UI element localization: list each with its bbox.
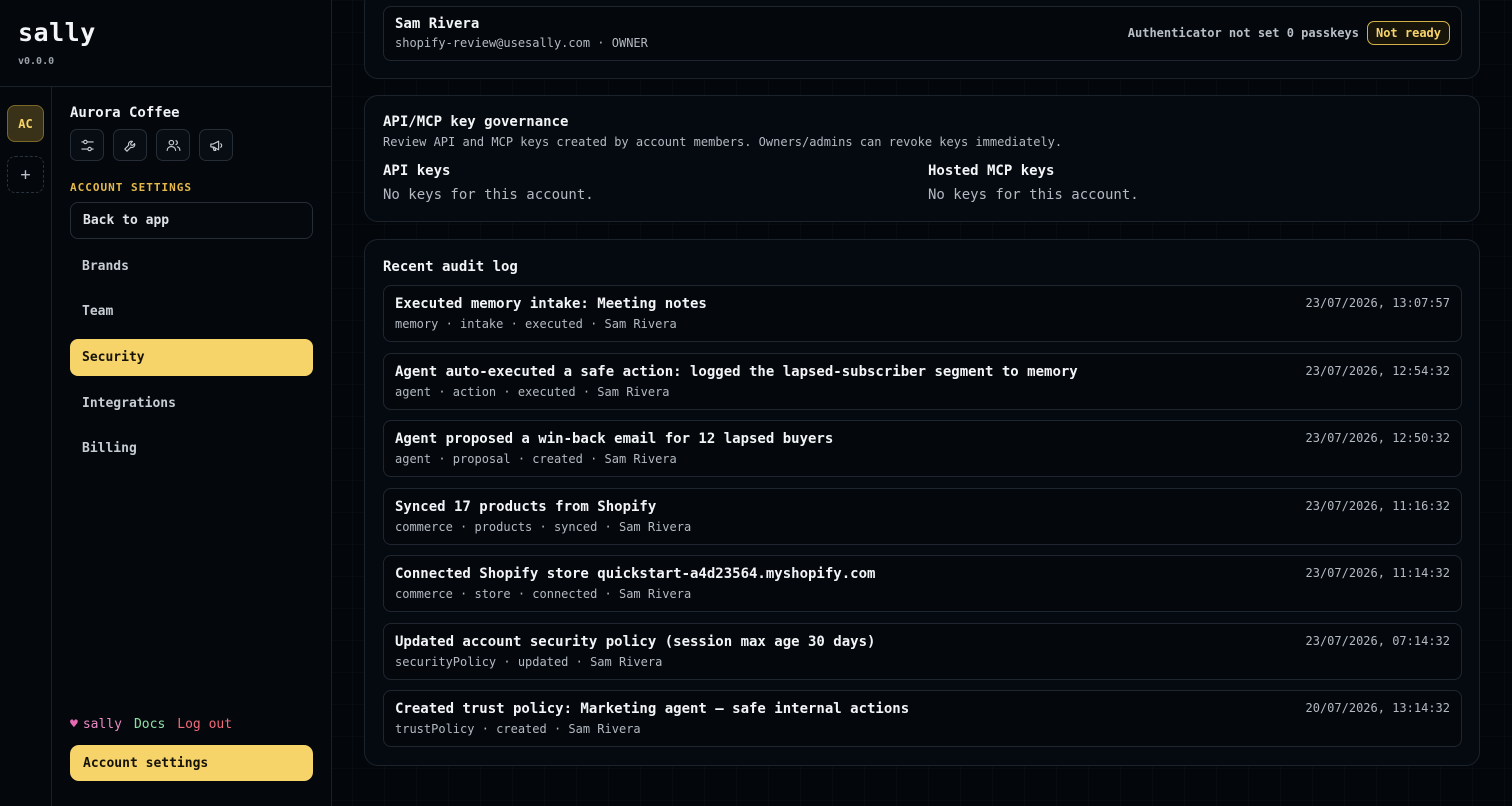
- audit-log-card: Recent audit log Executed memory intake:…: [364, 239, 1480, 766]
- docs-link[interactable]: Docs: [134, 717, 165, 732]
- audit-entry-meta: commerce · products · synced · Sam River…: [395, 520, 692, 534]
- audit-entry-time: 20/07/2026, 13:14:32: [1305, 701, 1451, 715]
- sidebar-item-security[interactable]: Security: [70, 339, 313, 376]
- list-item[interactable]: Executed memory intake: Meeting notes me…: [383, 285, 1462, 342]
- plus-icon: +: [20, 164, 31, 185]
- audit-log-title: Recent audit log: [383, 259, 518, 275]
- list-item[interactable]: Created trust policy: Marketing agent – …: [383, 690, 1462, 747]
- back-to-app-button[interactable]: Back to app: [70, 202, 313, 239]
- status-badge: Not ready: [1366, 21, 1450, 45]
- member-row: Sam Rivera shopify-review@usesally.com ·…: [383, 6, 1462, 61]
- audit-entry-meta: securityPolicy · updated · Sam Rivera: [395, 655, 663, 669]
- audit-entry-title: Created trust policy: Marketing agent – …: [395, 701, 910, 717]
- audit-entry-title: Updated account security policy (session…: [395, 634, 876, 650]
- audit-entry-time: 23/07/2026, 12:50:32: [1305, 431, 1451, 445]
- audit-entry-meta: commerce · store · connected · Sam River…: [395, 587, 692, 601]
- sidebar-item-billing[interactable]: Billing: [70, 430, 313, 467]
- add-workspace-button[interactable]: +: [7, 156, 44, 193]
- audit-entry-title: Agent auto-executed a safe action: logge…: [395, 364, 1078, 380]
- audit-entry-title: Synced 17 products from Shopify: [395, 499, 657, 515]
- key-governance-title: API/MCP key governance: [383, 114, 569, 130]
- workspace-name: Aurora Coffee: [70, 105, 180, 121]
- sidebar: Aurora Coffee ACCOUNT SETTINGS Back to a…: [52, 87, 332, 806]
- member-email-role: shopify-review@usesally.com · OWNER: [395, 36, 648, 50]
- brand-header: sally v0.0.0: [0, 0, 332, 87]
- workspace-toolbar: [70, 129, 233, 161]
- mcp-keys-empty: No keys for this account.: [928, 187, 1139, 203]
- campaigns-button[interactable]: [199, 129, 233, 161]
- workspace-avatar[interactable]: AC: [7, 105, 44, 142]
- account-settings-button[interactable]: Account settings: [70, 745, 313, 781]
- app-version: v0.0.0: [18, 56, 55, 67]
- workspace-rail: AC +: [0, 87, 52, 806]
- megaphone-icon: [209, 140, 222, 151]
- audit-entry-title: Connected Shopify store quickstart-a4d23…: [395, 566, 876, 582]
- audit-entry-time: 23/07/2026, 11:14:32: [1305, 566, 1451, 580]
- audit-entry-time: 23/07/2026, 13:07:57: [1305, 296, 1451, 310]
- settings-tool-button[interactable]: [70, 129, 104, 161]
- sally-link[interactable]: sally: [83, 717, 122, 732]
- key-governance-card: API/MCP key governance Review API and MC…: [364, 95, 1480, 222]
- tools-button[interactable]: [113, 129, 147, 161]
- list-item[interactable]: Synced 17 products from Shopify commerce…: [383, 488, 1462, 545]
- member-security-card: Sam Rivera shopify-review@usesally.com ·…: [364, 0, 1480, 79]
- api-keys-empty: No keys for this account.: [383, 187, 594, 203]
- list-item[interactable]: Updated account security policy (session…: [383, 623, 1462, 680]
- audit-entry-time: 23/07/2026, 07:14:32: [1305, 634, 1451, 648]
- list-item[interactable]: Agent proposed a win-back email for 12 l…: [383, 420, 1462, 477]
- audit-entry-title: Agent proposed a win-back email for 12 l…: [395, 431, 834, 447]
- sidebar-item-integrations[interactable]: Integrations: [70, 385, 313, 422]
- api-keys-title: API keys: [383, 163, 451, 179]
- audit-entry-time: 23/07/2026, 12:54:32: [1305, 364, 1451, 378]
- audit-entry-meta: trustPolicy · created · Sam Rivera: [395, 722, 641, 736]
- sidebar-item-team[interactable]: Team: [70, 293, 313, 330]
- audit-entry-title: Executed memory intake: Meeting notes: [395, 296, 707, 312]
- audit-entry-meta: agent · action · executed · Sam Rivera: [395, 385, 670, 399]
- mcp-keys-title: Hosted MCP keys: [928, 163, 1055, 179]
- key-governance-description: Review API and MCP keys created by accou…: [383, 135, 1063, 149]
- sidebar-footer: ♥ sally Docs Log out: [70, 717, 232, 732]
- section-label: ACCOUNT SETTINGS: [70, 181, 192, 194]
- wrench-icon: [123, 140, 135, 152]
- users-icon: [166, 139, 180, 151]
- audit-entry-meta: agent · proposal · created · Sam Rivera: [395, 452, 677, 466]
- member-name: Sam Rivera: [395, 16, 480, 32]
- list-item[interactable]: Connected Shopify store quickstart-a4d23…: [383, 555, 1462, 612]
- sliders-icon: [80, 139, 94, 151]
- member-mfa-status: Authenticator not set 0 passkeys: [1127, 26, 1359, 40]
- list-item[interactable]: Agent auto-executed a safe action: logge…: [383, 353, 1462, 410]
- team-button[interactable]: [156, 129, 190, 161]
- sidebar-item-brands[interactable]: Brands: [70, 248, 313, 285]
- audit-entry-meta: memory · intake · executed · Sam Rivera: [395, 317, 677, 331]
- brand-logo[interactable]: sally: [18, 18, 96, 47]
- heart-icon: ♥: [70, 717, 78, 732]
- audit-entry-time: 23/07/2026, 11:16:32: [1305, 499, 1451, 513]
- logout-link[interactable]: Log out: [177, 717, 232, 732]
